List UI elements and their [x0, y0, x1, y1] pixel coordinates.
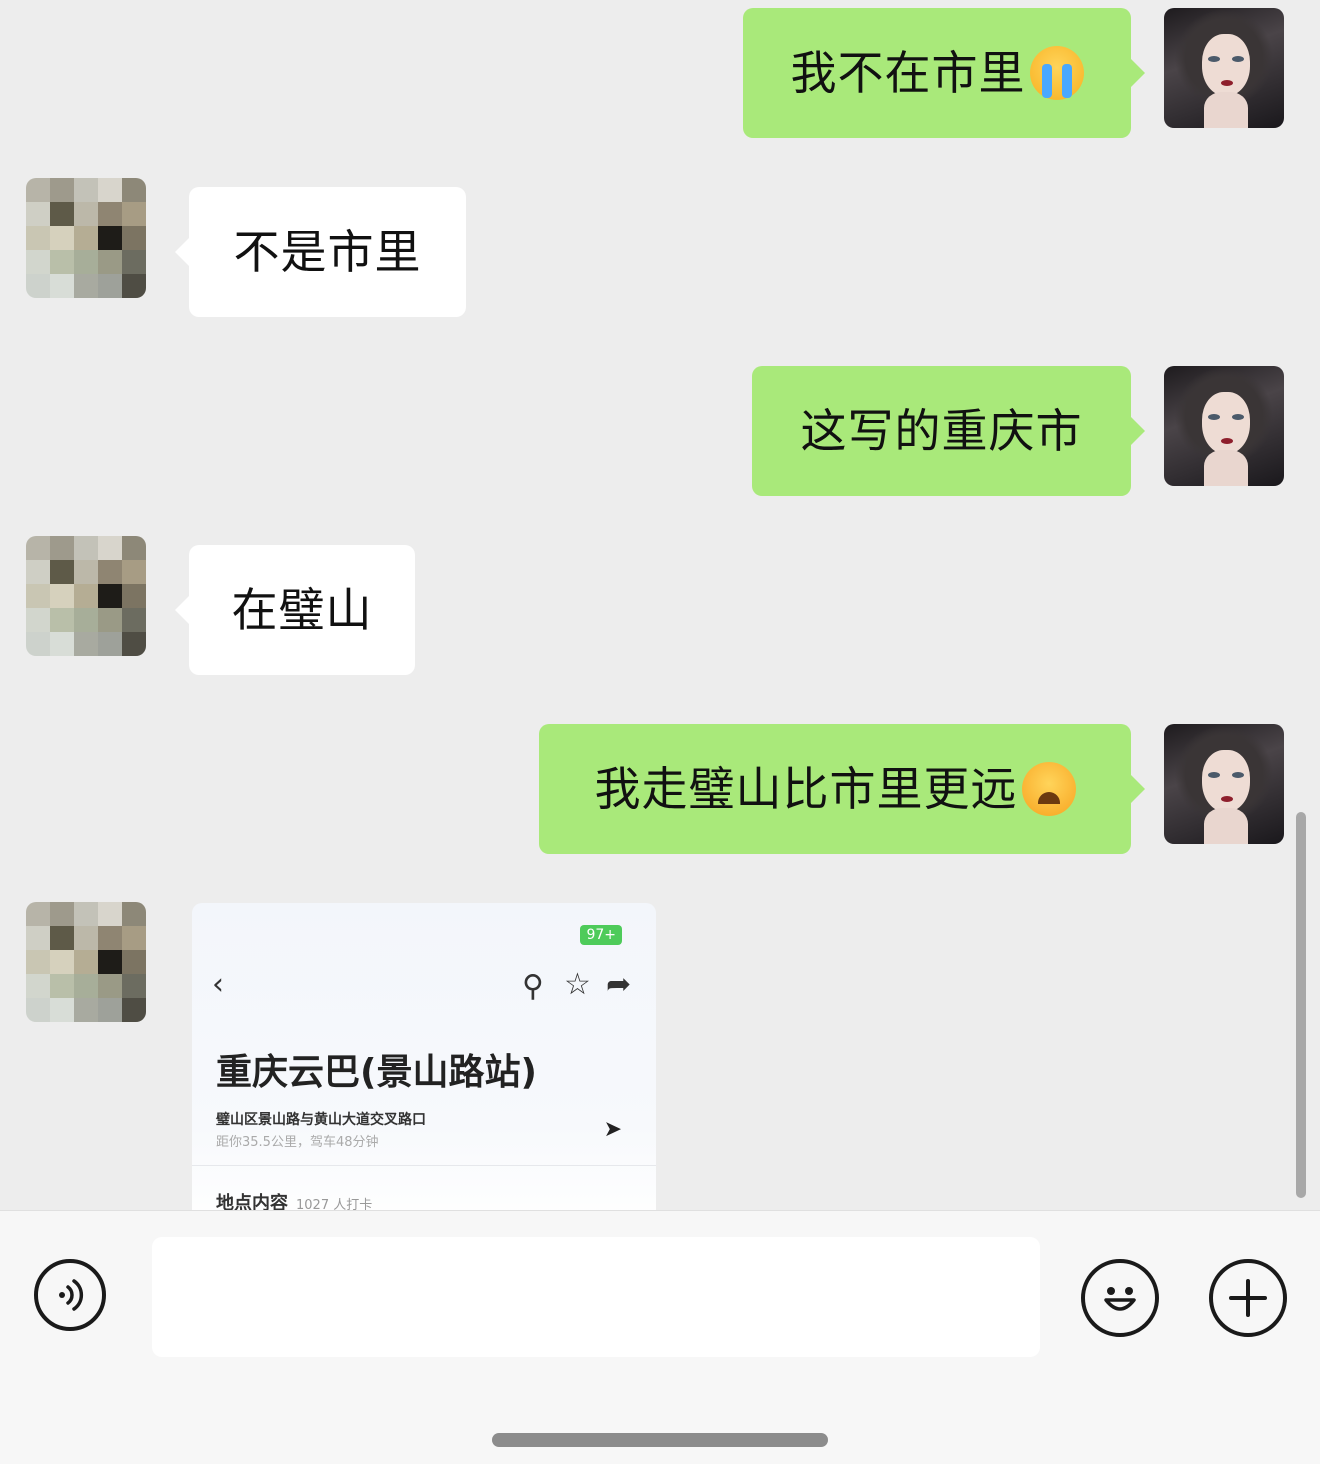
scrollbar[interactable]	[1296, 812, 1306, 1198]
star-icon: ☆	[564, 967, 591, 1002]
my-avatar[interactable]	[1164, 366, 1284, 486]
location-title: 重庆云巴(景山路站)	[216, 1052, 537, 1093]
message-text: 这写的重庆市	[800, 404, 1083, 458]
battery-badge: 97+	[580, 925, 622, 945]
message-text: 不是市里	[233, 225, 422, 279]
message-text: 我走璧山比市里更远	[594, 762, 1018, 816]
divider	[192, 1165, 656, 1166]
message-bubble-received[interactable]: 不是市里	[175, 187, 466, 317]
location-address: 璧山区景山路与黄山大道交叉路口	[216, 1112, 426, 1128]
message-text: 我不在市里	[790, 46, 1026, 100]
chat-screen: 我不在市里 不是市里 这写的重庆市 在璧山 我走璧山比市里更远 97+ ‹ ⚲ …	[0, 0, 1320, 1464]
message-input[interactable]	[152, 1237, 1040, 1357]
plus-icon	[1229, 1279, 1267, 1317]
input-bar	[0, 1210, 1320, 1464]
section-label: 地点内容	[216, 1193, 288, 1210]
location-distance: 距你35.5公里，驾车48分钟	[216, 1135, 379, 1150]
message-text: 在璧山	[231, 583, 373, 637]
message-bubble-sent[interactable]: 这写的重庆市	[752, 366, 1145, 496]
persevering-face-emoji-icon	[1021, 762, 1076, 816]
location-content-section: 地点内容 1027 人打卡	[216, 1189, 372, 1210]
message-bubble-sent[interactable]: 我不在市里	[743, 8, 1145, 138]
my-avatar[interactable]	[1164, 724, 1284, 844]
voice-button[interactable]	[34, 1259, 106, 1331]
navigation-arrow-icon: ➤	[603, 1117, 622, 1142]
message-list[interactable]: 我不在市里 不是市里 这写的重庆市 在璧山 我走璧山比市里更远 97+ ‹ ⚲ …	[0, 0, 1320, 1210]
contact-avatar[interactable]	[26, 178, 146, 298]
contact-avatar[interactable]	[26, 536, 146, 656]
chevron-left-icon: ‹	[212, 967, 224, 1002]
emoji-button[interactable]	[1081, 1259, 1159, 1337]
message-bubble-received[interactable]: 在璧山	[175, 545, 415, 675]
loudly-crying-emoji-icon	[1029, 46, 1084, 100]
my-avatar[interactable]	[1164, 8, 1284, 128]
search-icon: ⚲	[522, 969, 544, 1004]
emoji-icon	[1104, 1287, 1136, 1311]
voice-icon	[59, 1279, 84, 1311]
shared-location-card[interactable]: 97+ ‹ ⚲ ☆ ➦ 重庆云巴(景山路站) 璧山区景山路与黄山大道交叉路口 距…	[192, 903, 656, 1210]
message-bubble-sent[interactable]: 我走璧山比市里更远	[539, 724, 1145, 854]
share-icon: ➦	[606, 967, 632, 1002]
checkin-count: 1027 人打卡	[296, 1198, 373, 1210]
plus-button[interactable]	[1209, 1259, 1287, 1337]
home-indicator[interactable]	[492, 1433, 828, 1447]
contact-avatar[interactable]	[26, 902, 146, 1022]
